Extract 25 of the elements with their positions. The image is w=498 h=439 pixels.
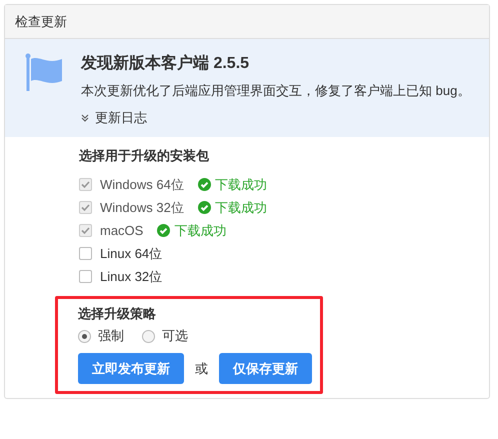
section-title: 选择升级策略 <box>78 305 157 323</box>
save-button[interactable]: 仅保存更新 <box>219 353 312 384</box>
update-description: 本次更新优化了后端应用管理界面交互，修复了客户端上已知 bug。 <box>81 82 470 100</box>
package-checkbox[interactable]: Linux 32位 <box>79 265 162 288</box>
check-circle-icon <box>198 201 211 214</box>
radio-button[interactable] <box>142 330 155 342</box>
chevron-down-icon <box>81 114 89 122</box>
panel-title: 检查更新 <box>15 12 67 30</box>
update-title: 发现新版本客户端 2.5.5 <box>81 53 250 74</box>
check-circle-icon <box>198 178 211 191</box>
download-status: 下载成功 <box>198 176 267 194</box>
checkbox[interactable] <box>79 270 92 283</box>
strategy-radio[interactable]: 可选 <box>142 327 188 345</box>
section-title: 选择用于升级的安装包 <box>79 147 210 165</box>
check-circle-icon <box>157 224 170 237</box>
publish-button[interactable]: 立即发布更新 <box>78 353 184 384</box>
changelog-link[interactable]: 更新日志 <box>81 109 147 127</box>
checkbox[interactable] <box>79 247 92 260</box>
separator-text: 或 <box>195 360 208 378</box>
package-checkbox[interactable]: Linux 64位 <box>79 242 162 265</box>
flag-icon <box>25 53 63 91</box>
radio-button[interactable] <box>78 330 91 342</box>
download-status: 下载成功 <box>198 198 267 216</box>
download-status: 下载成功 <box>157 222 226 240</box>
strategy-radio[interactable]: 强制 <box>78 327 124 345</box>
